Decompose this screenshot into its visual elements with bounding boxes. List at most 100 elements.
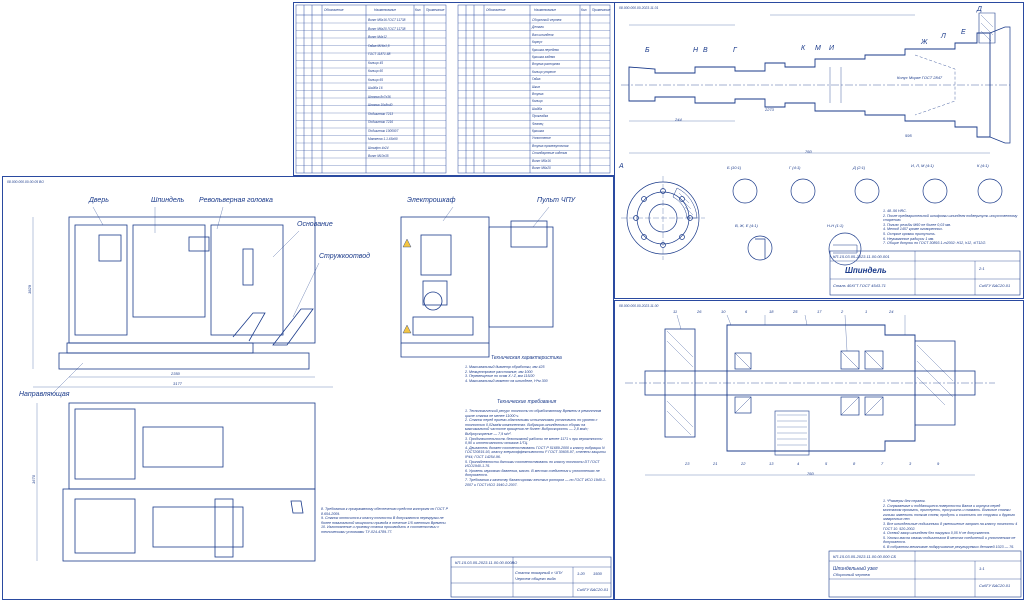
spindle-note: 7. Общие допуски по ГОСТ 30893.1-m2002: … (883, 241, 987, 246)
spec-row: Кольцо (532, 99, 543, 104)
requirement-item: 3. Продолжительность безотказной работы … (465, 436, 603, 446)
callout-number: 11 (673, 309, 678, 314)
spec-row: Подшипник 7216 (368, 120, 394, 124)
main-stamp-scale: 1:20 (577, 571, 585, 576)
spec-row: Подшипник 1000907 (368, 128, 399, 133)
assembly-stamp-subtitle: Сборочный чертеж (833, 572, 870, 577)
assembly-drawing (625, 314, 1022, 598)
spec-row: Кольцо 45 (368, 60, 384, 65)
spec-col-note: Примечание (426, 8, 445, 12)
section-label-i: И (829, 45, 835, 52)
callout-number: 17 (817, 309, 822, 314)
assembly-corner-code: 08.000.000.00.2023.11.00 (619, 304, 659, 308)
label-spindle: Шпиндель (151, 197, 185, 204)
requirement-item: 4. Двигатель должен соответствовать ГОСТ… (465, 445, 606, 459)
spec-row: Прокладка (532, 114, 548, 119)
requirement-item: 2. Станок перед приемо-сдаточными испыта… (465, 418, 598, 436)
label-guide: Направляющая (19, 391, 70, 398)
label-cnc-panel: Пульт ЧПУ (537, 197, 576, 204)
callout-number: 13 (769, 461, 774, 466)
spindle-notes: 1. 48..56 HRC. 2. После предварительной ш… (883, 209, 1019, 246)
spec-col-name: Наименование (374, 8, 396, 12)
spec-row: Винт М6х20 ГОСТ 11738 (368, 26, 406, 31)
callout-number: 8 (853, 461, 856, 466)
callout-number: 18 (769, 309, 774, 314)
spec-row: Корпус (532, 40, 543, 45)
callout-number: 24 (889, 309, 894, 314)
spec-row: Винт М4х12 (368, 35, 387, 39)
spec-row: Шайба 16 (368, 86, 383, 90)
label-door: Дверь (89, 197, 109, 204)
dim-overall: 760 (805, 149, 812, 154)
requirement-item: 9. Станок относится к классу точности В … (321, 516, 447, 525)
tech-header: Техническая характеристика (491, 355, 562, 361)
main-stamp-org: СибГУ БАС20-01 (577, 587, 609, 592)
spec-row: Гайка М16х1,5 (368, 43, 390, 48)
detail-g: Г (4:1) (789, 165, 801, 170)
assembly-stamp-org: СибГУ БАС20-01 (979, 583, 1011, 588)
spec-col-designation: Обозначение (324, 8, 344, 12)
spindle-corner-code: 08.000.000.00.2023.11.01 (619, 6, 659, 10)
specification-sheet: Обозначение Наименование Кол. Примечание… (293, 2, 615, 176)
spindle-stamp-material: Сталь 40ХГТ ГОСТ 4543-71 (833, 283, 886, 288)
detail-nn: Н-Н (1:1) (827, 223, 844, 228)
spec-row: Кольцо 60 (368, 69, 384, 73)
assembly-stamp-scale: 1:1 (979, 566, 985, 571)
dim-width: 1670 (30, 475, 36, 484)
detail-k: К (4:1) (977, 163, 989, 168)
assembly-drawing-sheet: 08.000.000.00.2023.11.00 11 26 10 6 18 25 17 2 1… (614, 300, 1024, 600)
dim-244: 244 (675, 117, 682, 122)
callout-number: 7 (881, 461, 884, 466)
callout-number: 10 (721, 309, 726, 314)
spindle-stamp-title: Шпиндель (845, 266, 887, 275)
main-corner-code: 08.000.000.00.00.05 ВО (7, 180, 44, 184)
spec-row: Подшипник 7213 (368, 111, 394, 116)
spec-row: Шпонка 10х8х40 (368, 103, 393, 107)
machine-drawing (32, 206, 612, 598)
spec-row: Шкив (532, 84, 540, 89)
requirement-item: 8. Требования к программному обеспечению… (321, 507, 448, 516)
callout-number: 23 (685, 461, 690, 466)
callout-number: 3 (909, 461, 912, 466)
left-notes: 8. Требования к программному обеспечению… (321, 507, 449, 535)
spec-row: Винт М5х16 (532, 158, 551, 163)
tech-item: 4. Максимальный момент на шпинделе, Н*м … (465, 378, 548, 383)
morse-taper: Конус Морзе ГОСТ 2847 (897, 75, 943, 80)
spec-row: Винт М10х35 (368, 154, 389, 158)
section-label-e: Е (961, 29, 966, 36)
callout-number: 5 (825, 461, 828, 466)
spec-row: Детали (532, 25, 544, 30)
tech-items: 1. Максимальный диаметр обработки, мм 42… (465, 365, 605, 383)
spindle-stamp-code: КП-15.03.05-2023.11.00.00.001 (833, 254, 890, 259)
detail-d: Д (2:1) (853, 165, 866, 170)
spec-row: Шайба (532, 106, 543, 111)
dim-2273: 2273 (765, 107, 774, 112)
section-label-n: Н (693, 47, 699, 54)
spec-row: Кольцо упорное (532, 69, 556, 74)
detail-b: Б (10:1) (727, 165, 742, 170)
section-label-b: Б (645, 47, 650, 54)
req-items: 1. Технологический ресурс точности по об… (465, 409, 607, 487)
section-label-g: Г (733, 47, 737, 54)
callout-number: 22 (741, 461, 746, 466)
requirement-item: 5. Принадлежности датчики соответствоват… (465, 459, 600, 469)
section-label-m: М (815, 45, 821, 52)
detail-vzhe: В, Ж, Е (4:1) (735, 223, 758, 228)
dim-595: 595 (905, 133, 912, 138)
assembly-note: 5. Уголки масла смазки подшипников В мес… (883, 535, 1016, 545)
section-label-k: К (801, 45, 806, 52)
requirement-item: 6. Уровень звукового давления, масло. В … (465, 468, 600, 478)
spec-row: Крышка задняя (532, 55, 555, 59)
spec-row: Винт М6х20 (532, 166, 551, 170)
assembly-note: 3. Все шпиндельные подшипники 8 уменьшен… (883, 521, 1018, 531)
spec-row: Крышка передняя (532, 47, 559, 52)
main-stamp-mass: 1500 (593, 571, 602, 576)
label-base: Основание (297, 221, 333, 228)
spec-row: Кольцо 65 (368, 77, 384, 82)
main-stamp-code: КП-15.03.05-2023.11.00.00.000ВО (455, 560, 518, 565)
requirement-item: 7. Требования к качеству балансировки же… (465, 477, 607, 487)
spec-row: Уплотнение (532, 136, 551, 141)
assembly-dim: 760 (807, 471, 814, 476)
label-chip-conveyor: Стружкоотвод (319, 253, 371, 260)
spec-row: Вал шпинделя (532, 32, 554, 37)
